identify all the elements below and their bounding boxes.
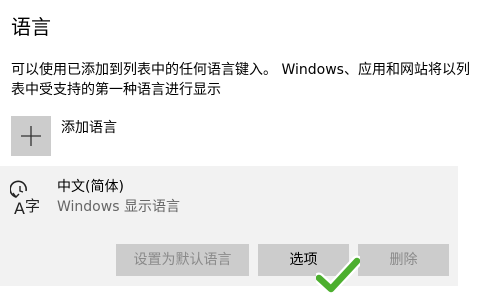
section-title: 语言: [11, 15, 51, 39]
add-language-label: 添加语言: [61, 120, 117, 136]
plus-icon[interactable]: [11, 116, 51, 156]
language-settings-page: 语言 可以使用已添加到列表中的任何语言键入。 Windows、应用和网站将以列表…: [0, 0, 499, 297]
green-check-icon: [316, 255, 360, 294]
set-default-button[interactable]: 设置为默认语言: [116, 244, 249, 276]
add-language-button[interactable]: 添加语言: [11, 116, 117, 156]
language-icon: A 字: [9, 180, 46, 220]
svg-text:A: A: [14, 199, 25, 218]
svg-text:字: 字: [25, 197, 40, 215]
language-name: 中文(简体): [57, 179, 124, 195]
language-list-item[interactable]: A 字 中文(简体) Windows 显示语言 设置为默认语言 选项 删除: [0, 166, 458, 286]
section-description: 可以使用已添加到列表中的任何语言键入。 Windows、应用和网站将以列表中受支…: [11, 62, 470, 98]
remove-button[interactable]: 删除: [358, 244, 449, 276]
language-subtitle: Windows 显示语言: [57, 199, 180, 215]
